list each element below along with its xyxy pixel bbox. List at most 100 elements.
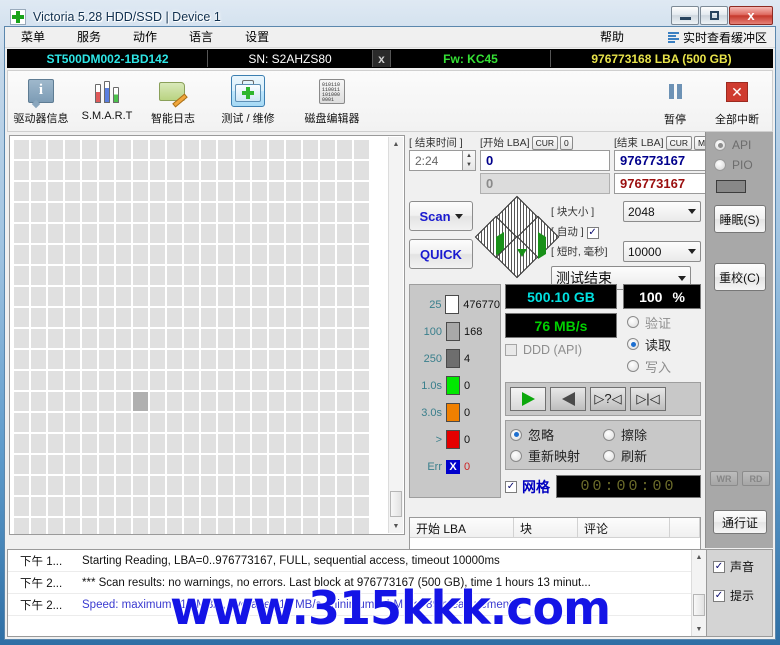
surface-map-cell[interactable] [252, 266, 267, 285]
surface-map-cell[interactable] [99, 224, 114, 243]
surface-map-cell[interactable] [218, 266, 233, 285]
surface-map-cell[interactable] [354, 476, 369, 495]
surface-map-cell[interactable] [337, 329, 352, 348]
surface-map-cell[interactable] [48, 245, 63, 264]
surface-map-cell[interactable] [116, 392, 131, 411]
surface-map-cell[interactable] [218, 518, 233, 534]
surface-map-cell[interactable] [82, 266, 97, 285]
surface-map-cell[interactable] [201, 350, 216, 369]
surface-map-cell[interactable] [150, 182, 165, 201]
surface-map-cell[interactable] [65, 350, 80, 369]
surface-map-cell[interactable] [184, 245, 199, 264]
surface-map-cell[interactable] [218, 413, 233, 432]
ddd-api-row[interactable]: DDD (API) [505, 343, 617, 357]
surface-map-cell[interactable] [320, 140, 335, 159]
end-time-spinner[interactable]: ▲ ▼ [463, 150, 476, 171]
surface-map-cell[interactable] [269, 329, 284, 348]
surface-map-cell[interactable] [252, 182, 267, 201]
surface-map-cell[interactable] [235, 182, 250, 201]
surface-map-cell[interactable] [82, 203, 97, 222]
surface-map-cell[interactable] [167, 182, 182, 201]
surface-map-cell[interactable] [303, 140, 318, 159]
surface-map-cell[interactable] [286, 329, 301, 348]
surface-map-cell[interactable] [133, 476, 148, 495]
surface-map-cell[interactable] [65, 371, 80, 390]
surface-map-cell[interactable] [99, 455, 114, 474]
surface-map-cell[interactable] [269, 497, 284, 516]
surface-map-cell[interactable] [150, 224, 165, 243]
surface-map-cell[interactable] [116, 308, 131, 327]
surface-map-cell[interactable] [99, 350, 114, 369]
surface-map-cell[interactable] [65, 245, 80, 264]
surface-map-cell[interactable] [303, 455, 318, 474]
surface-map-cell[interactable] [133, 182, 148, 201]
tips-checkbox[interactable]: ✓ [713, 589, 725, 602]
surface-map-cell[interactable] [99, 266, 114, 285]
surface-map-cell[interactable] [65, 497, 80, 516]
surface-map-cell[interactable] [320, 350, 335, 369]
surface-map-cell[interactable] [31, 392, 46, 411]
surface-map-cell[interactable] [184, 140, 199, 159]
surface-map-cell[interactable] [116, 203, 131, 222]
surface-map-cell[interactable] [99, 287, 114, 306]
surface-map-cell[interactable] [31, 245, 46, 264]
surface-map-cell[interactable] [235, 329, 250, 348]
rail-api-radio[interactable]: API [714, 138, 773, 152]
surface-map-cell[interactable] [150, 455, 165, 474]
surface-map-cell[interactable] [303, 476, 318, 495]
surface-map-cell[interactable] [286, 371, 301, 390]
surface-map-cell[interactable] [184, 434, 199, 453]
surface-map-cell[interactable] [303, 308, 318, 327]
surface-map-cell[interactable] [201, 245, 216, 264]
menu-item-help[interactable]: 帮助 [584, 27, 640, 48]
surface-map-cell[interactable] [286, 245, 301, 264]
buffer-view-link[interactable]: 实时查看缓冲区 [683, 29, 771, 46]
surface-map-cell[interactable] [218, 203, 233, 222]
surface-map-cell[interactable] [235, 455, 250, 474]
surface-map-cell[interactable] [320, 518, 335, 534]
surface-map-cell[interactable] [150, 371, 165, 390]
surface-map-cell[interactable] [116, 350, 131, 369]
surface-map-cell[interactable] [286, 455, 301, 474]
surface-map-cell[interactable] [235, 266, 250, 285]
surface-map-cell[interactable] [48, 371, 63, 390]
surface-map-cell[interactable] [48, 329, 63, 348]
surface-map-cell[interactable] [320, 434, 335, 453]
surface-map-cell[interactable] [252, 392, 267, 411]
surface-map-cell[interactable] [99, 434, 114, 453]
scroll-down-icon[interactable]: ▼ [389, 519, 403, 533]
surface-map-cell[interactable] [337, 161, 352, 180]
surface-map-cell[interactable] [303, 329, 318, 348]
surface-map-cell[interactable] [99, 518, 114, 534]
surface-map-cell[interactable] [14, 224, 29, 243]
surface-map-cell[interactable] [303, 413, 318, 432]
surface-map-cell[interactable] [337, 518, 352, 534]
surface-map-cell[interactable] [133, 224, 148, 243]
surface-map-cell[interactable] [354, 371, 369, 390]
surface-map-cell[interactable] [82, 413, 97, 432]
surface-map-cell[interactable] [252, 203, 267, 222]
surface-map-cell[interactable] [235, 476, 250, 495]
surface-map-cell[interactable] [116, 497, 131, 516]
surface-map-cell[interactable] [184, 476, 199, 495]
surface-map-cell[interactable] [269, 518, 284, 534]
surface-map-cell[interactable] [201, 329, 216, 348]
surface-map-cell[interactable] [31, 455, 46, 474]
surface-map-cell[interactable] [252, 308, 267, 327]
toolbar-pause[interactable]: 暂停 [644, 73, 706, 131]
surface-map-cell[interactable] [48, 266, 63, 285]
surface-map-cell[interactable] [133, 161, 148, 180]
surface-map-cell[interactable] [99, 182, 114, 201]
surface-map-cell[interactable] [252, 245, 267, 264]
menu-item-settings[interactable]: 设置 [229, 27, 285, 48]
surface-map-cell[interactable] [14, 497, 29, 516]
menu-item-menu[interactable]: 菜单 [5, 27, 61, 48]
surface-map-cell[interactable] [167, 518, 182, 534]
surface-map-cell[interactable] [116, 287, 131, 306]
surface-map-cell[interactable] [48, 287, 63, 306]
surface-map-cell[interactable] [14, 476, 29, 495]
surface-map-cell[interactable] [201, 392, 216, 411]
surface-map-cell[interactable] [269, 245, 284, 264]
surface-map-cell[interactable] [65, 224, 80, 243]
surface-map-cell[interactable] [65, 392, 80, 411]
